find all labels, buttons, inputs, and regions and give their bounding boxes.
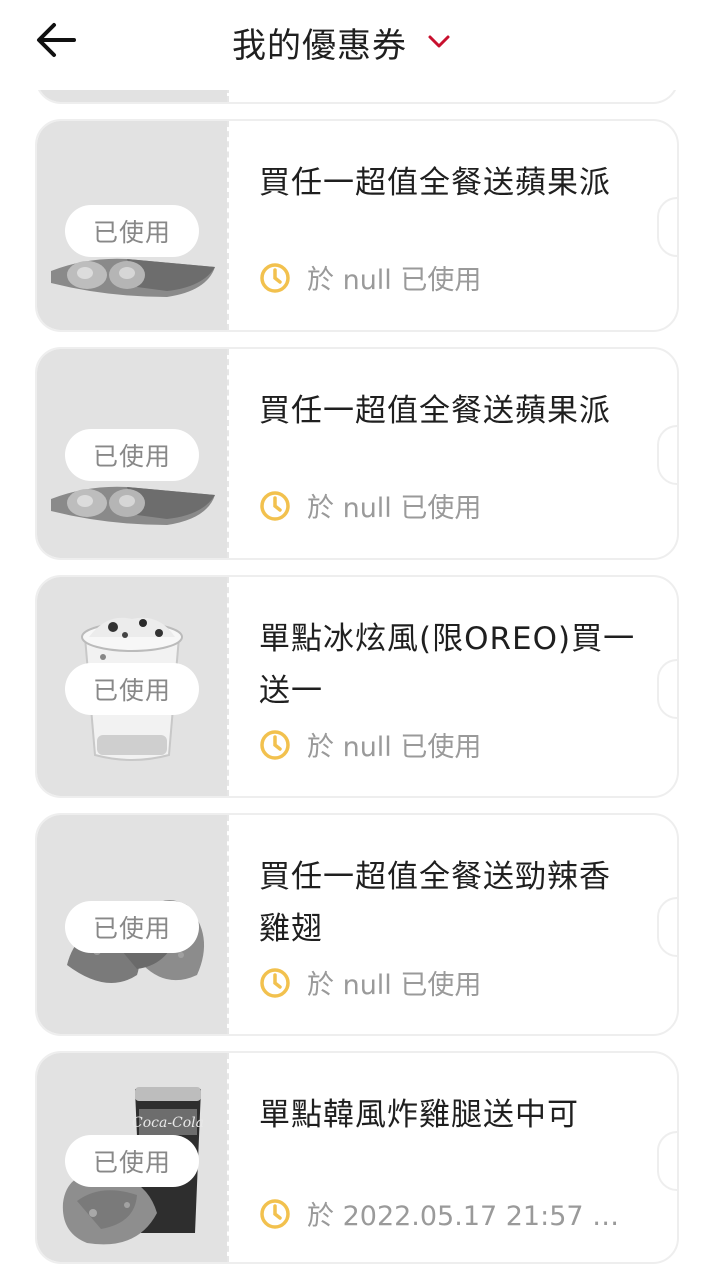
coupon-title: 單點冰炫風(限OREO)買一送一: [259, 621, 636, 709]
coupon-image-area: 已使用: [37, 815, 227, 1034]
coupon-image-area: Coca-Cola 已使用: [37, 1053, 227, 1262]
clock-icon: [260, 490, 290, 521]
ticket-notch: [657, 1131, 677, 1191]
coupon-image-area: 已使用: [37, 349, 227, 558]
coupon-card[interactable]: 已使用 買任一超值全餐送勁辣香雞翅 於 null 已使用: [35, 813, 679, 1036]
clock-icon: [260, 262, 290, 293]
clock-icon: [260, 1198, 290, 1229]
back-button[interactable]: [34, 20, 78, 60]
coupon-status: 於 null 已使用: [259, 258, 633, 297]
used-time-text: 於 null 已使用: [307, 493, 482, 524]
coupon-title: 單點韓風炸雞腿送中可: [259, 1097, 579, 1133]
coupon-status: 於 null 已使用: [259, 725, 633, 764]
coupon-card[interactable]: Coca-Cola 已使用 單點韓風炸雞腿送中可 於 2022.05.17 21…: [35, 1051, 679, 1264]
dashed-divider: [227, 577, 229, 796]
used-badge: 已使用: [65, 901, 199, 953]
coupon-image-area: 已使用: [37, 121, 227, 330]
arrow-left-icon: [37, 23, 76, 57]
coupon-card[interactable]: 已使用 買任一超值全餐送蘋果派 於 null 已使用: [35, 119, 679, 332]
dashed-divider: [227, 121, 229, 330]
used-time-text: 於 null 已使用: [307, 732, 482, 763]
coupon-image-area: 已使用: [37, 577, 227, 796]
coupon-card[interactable]: 已使用 買任一超值全餐送蘋果派 於 null 已使用: [35, 347, 679, 560]
ticket-notch: [657, 897, 677, 957]
coupon-status: 於 null 已使用: [259, 486, 633, 525]
dashed-divider: [227, 815, 229, 1034]
used-badge: 已使用: [65, 1135, 199, 1187]
dashed-divider: [227, 1053, 229, 1262]
clock-icon: [260, 967, 290, 998]
ticket-notch: [657, 197, 677, 257]
coupon-title: 買任一超值全餐送勁辣香雞翅: [259, 859, 611, 947]
used-time-text: 於 2022.05.17 21:57 已使用: [307, 1201, 633, 1232]
dashed-divider: [227, 349, 229, 558]
top-bar: 我的優惠券: [0, 0, 715, 90]
coupon-title: 買任一超值全餐送蘋果派: [259, 165, 611, 201]
used-badge: 已使用: [65, 663, 199, 715]
used-badge: 已使用: [65, 205, 199, 257]
used-time-text: 於 null 已使用: [307, 970, 482, 1001]
page-title: 我的優惠券: [232, 25, 407, 66]
ticket-notch: [657, 659, 677, 719]
svg-text:Coca-Cola: Coca-Cola: [132, 1115, 204, 1131]
used-badge: 已使用: [65, 429, 199, 481]
coupon-title: 買任一超值全餐送蘋果派: [259, 393, 611, 429]
coupon-status: 於 2022.05.17 21:57 已使用: [259, 1194, 633, 1233]
coupon-card[interactable]: 已使用 單點冰炫風(限OREO)買一送一 於 null 已使用: [35, 575, 679, 798]
coupon-filter-dropdown[interactable]: 我的優惠券: [232, 18, 451, 66]
coupon-status: 於 null 已使用: [259, 963, 633, 1002]
clock-icon: [260, 729, 290, 760]
chevron-down-icon: [428, 35, 450, 48]
ticket-notch: [657, 425, 677, 485]
used-time-text: 於 null 已使用: [307, 265, 482, 296]
